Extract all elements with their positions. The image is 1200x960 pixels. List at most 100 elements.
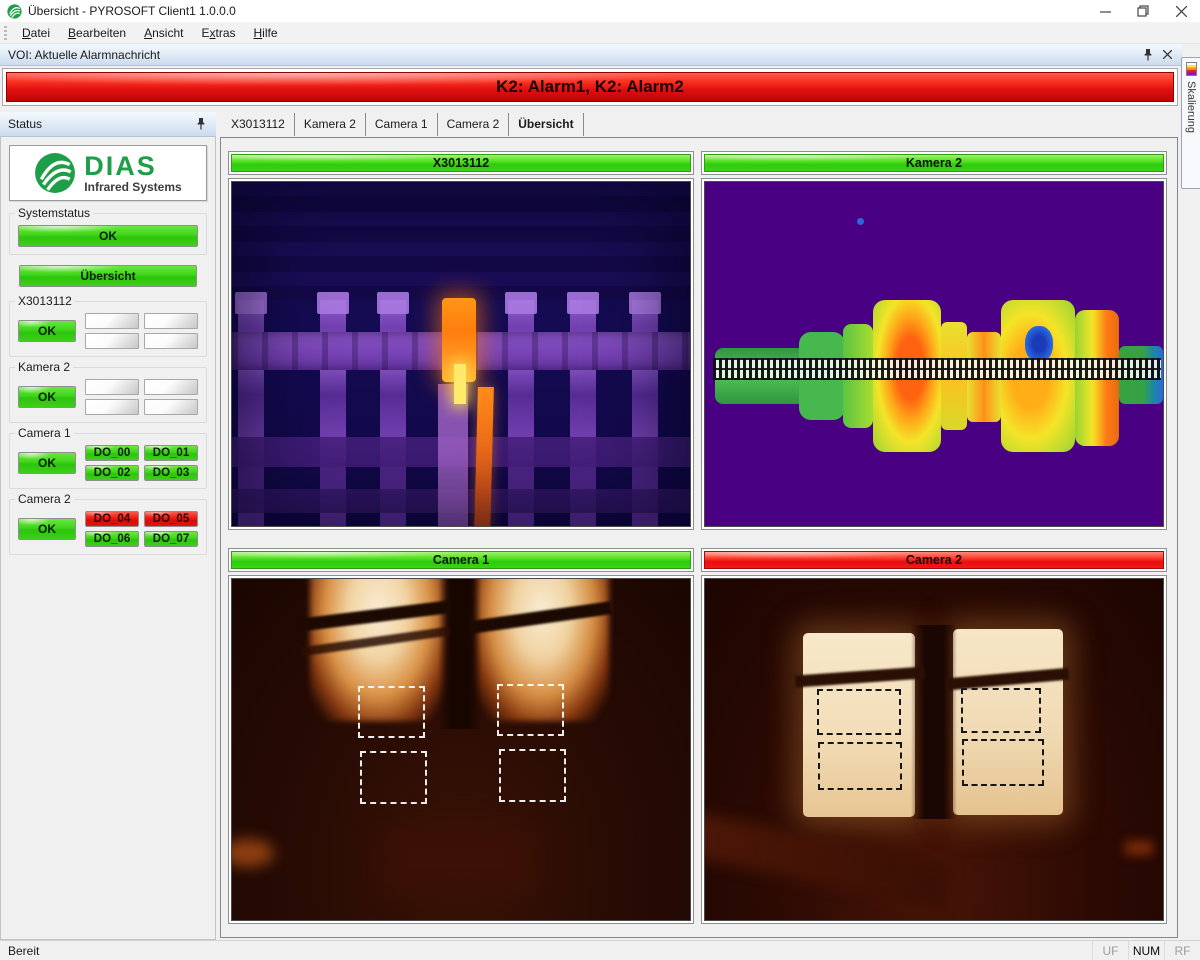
restore-icon — [1137, 5, 1149, 17]
dias-subtitle: Infrared Systems — [84, 181, 181, 193]
cam-header-frame: Camera 2 — [701, 548, 1167, 572]
indicator-blank — [144, 313, 198, 329]
toolbar-grip[interactable] — [4, 26, 7, 40]
do-button-03[interactable]: DO_03 — [144, 465, 198, 481]
menu-item-extras[interactable]: Extras — [192, 23, 244, 43]
group-camera1-label: Camera 1 — [15, 426, 74, 440]
window-title: Übersicht - PYROSOFT Client1 1.0.0.0 — [28, 4, 236, 18]
uebersicht-button[interactable]: Übersicht — [19, 265, 197, 287]
roi-rectangle[interactable] — [499, 749, 566, 802]
group-x3013112-label: X3013112 — [15, 294, 75, 308]
systemstatus-label: Systemstatus — [15, 206, 93, 220]
pushpin-icon[interactable] — [1143, 49, 1153, 61]
close-button[interactable] — [1162, 0, 1200, 22]
measurement-strip[interactable] — [713, 358, 1161, 380]
group-camera2: Camera 2 OK DO_04 DO_05 DO_06 DO_07 — [9, 499, 207, 555]
tab-uebersicht[interactable]: Übersicht — [509, 113, 583, 136]
group-camera1: Camera 1 OK DO_00 DO_01 DO_02 DO_03 — [9, 433, 207, 489]
minimize-icon — [1100, 6, 1111, 17]
group-camera2-label: Camera 2 — [15, 492, 74, 506]
window-titlebar: Übersicht - PYROSOFT Client1 1.0.0.0 — [0, 0, 1200, 22]
indicator-blank — [144, 379, 198, 395]
group-kamera2-label: Kamera 2 — [15, 360, 73, 374]
tab-kamera2[interactable]: Kamera 2 — [295, 113, 366, 136]
alarm-message-text: K2: Alarm1, K2: Alarm2 — [496, 77, 684, 97]
warm-spot — [231, 839, 274, 867]
cam-image-frame — [228, 178, 694, 530]
dias-logo: DIAS Infrared Systems — [9, 145, 207, 201]
thermal-view-kamera2[interactable] — [704, 181, 1164, 527]
skalierung-tab[interactable]: Skalierung — [1181, 57, 1200, 189]
thermal-view-camera2[interactable] — [704, 578, 1164, 921]
warm-spot — [382, 827, 532, 891]
menu-item-datei[interactable]: Datei — [13, 23, 59, 43]
minimize-button[interactable] — [1086, 0, 1124, 22]
camera1-ok-button[interactable]: OK — [18, 452, 76, 474]
roi-rectangle[interactable] — [961, 688, 1041, 733]
roi-rectangle[interactable] — [360, 751, 427, 804]
x3013112-ok-button[interactable]: OK — [18, 320, 76, 342]
do-button-06[interactable]: DO_06 — [85, 531, 139, 547]
thermal-view-camera1[interactable] — [231, 578, 691, 921]
menu-bar: Datei Bearbeiten Ansicht Extras Hilfe — [0, 22, 1200, 44]
menu-item-ansicht[interactable]: Ansicht — [135, 23, 192, 43]
cam-header-kamera2: Kamera 2 — [704, 154, 1164, 172]
group-systemstatus: Systemstatus OK — [9, 213, 207, 255]
vignette — [232, 182, 690, 526]
kbd-indicator-uf: UF — [1092, 941, 1128, 960]
cam-header-x3013112: X3013112 — [231, 154, 691, 172]
camera2-ok-button[interactable]: OK — [18, 518, 76, 540]
do-button-04[interactable]: DO_04 — [85, 511, 139, 527]
systemstatus-ok-button[interactable]: OK — [18, 225, 198, 247]
menu-item-bearbeiten[interactable]: Bearbeiten — [59, 23, 135, 43]
skalierung-label: Skalierung — [1185, 81, 1197, 133]
menu-item-hilfe[interactable]: Hilfe — [245, 23, 287, 43]
status-bar: Bereit UF NUM RF — [0, 940, 1200, 960]
status-ready-text: Bereit — [8, 944, 39, 958]
roi-rectangle[interactable] — [962, 739, 1044, 786]
overview-page: X3013112 Kamera 2 — [220, 137, 1178, 938]
roi-rectangle[interactable] — [497, 684, 564, 736]
palette-icon — [1186, 62, 1197, 76]
indicator-blank — [144, 399, 198, 415]
view-tabs: X3013112 Kamera 2 Camera 1 Camera 2 Über… — [222, 112, 584, 137]
warm-spot — [1125, 841, 1153, 855]
maximize-button[interactable] — [1124, 0, 1162, 22]
kbd-indicator-num: NUM — [1128, 941, 1164, 960]
kamera2-ok-button[interactable]: OK — [18, 386, 76, 408]
cam-image-frame — [701, 575, 1167, 924]
tab-x3013112[interactable]: X3013112 — [222, 113, 295, 136]
cam-header-frame: Kamera 2 — [701, 151, 1167, 175]
do-button-05[interactable]: DO_05 — [144, 511, 198, 527]
close-icon — [1176, 6, 1187, 17]
cam-image-frame — [228, 575, 694, 924]
cold-spot — [1025, 326, 1053, 362]
pushpin-icon[interactable] — [196, 118, 206, 130]
do-button-00[interactable]: DO_00 — [85, 445, 139, 461]
roi-rectangle[interactable] — [818, 742, 902, 790]
cam-image-frame — [701, 178, 1167, 530]
cam-header-frame: Camera 1 — [228, 548, 694, 572]
voi-panel-header: VOI: Aktuelle Alarmnachricht — [0, 44, 1182, 66]
cam-header-frame: X3013112 — [228, 151, 694, 175]
do-button-02[interactable]: DO_02 — [85, 465, 139, 481]
roi-rectangle[interactable] — [358, 686, 425, 738]
do-button-01[interactable]: DO_01 — [144, 445, 198, 461]
close-icon[interactable] — [1163, 50, 1172, 59]
indicator-blank — [85, 333, 139, 349]
warm-spot — [704, 809, 953, 910]
alarm-banner[interactable]: K2: Alarm1, K2: Alarm2 — [6, 72, 1174, 102]
tab-camera2[interactable]: Camera 2 — [438, 113, 510, 136]
do-button-07[interactable]: DO_07 — [144, 531, 198, 547]
thermal-view-x3013112[interactable] — [231, 181, 691, 527]
group-x3013112: X3013112 OK — [9, 301, 207, 357]
indicator-blank — [144, 333, 198, 349]
status-panel-title: Status — [8, 117, 42, 131]
tab-camera1[interactable]: Camera 1 — [366, 113, 438, 136]
alarm-zone: K2: Alarm1, K2: Alarm2 — [0, 66, 1182, 110]
kbd-indicator-rf: RF — [1164, 941, 1200, 960]
indicator-blank — [85, 399, 139, 415]
dias-logo-icon — [34, 152, 76, 194]
roi-rectangle[interactable] — [817, 689, 901, 735]
status-panel: Status DIAS Infrared Systems Systemstatu… — [0, 112, 216, 940]
